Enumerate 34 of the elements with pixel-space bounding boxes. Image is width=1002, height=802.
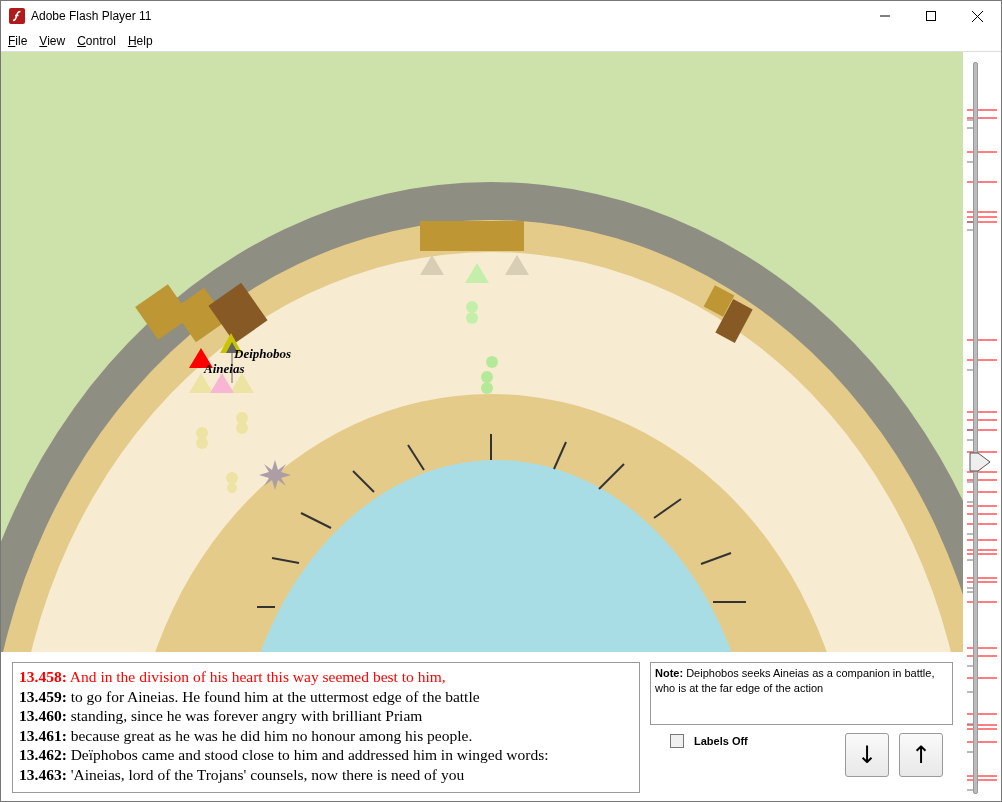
menu-item[interactable]: View	[39, 34, 66, 48]
checkbox-label: Labels Off	[694, 735, 748, 747]
passage-line[interactable]: 13.458: And in the division of his heart this way seemed best to him,	[19, 667, 633, 687]
dot-cluster	[481, 356, 498, 394]
slider-thumb[interactable]	[969, 452, 991, 473]
dot-cluster	[196, 427, 208, 449]
triangle-marker	[230, 373, 254, 393]
passage-line[interactable]: 13.463: 'Aineias, lord of the Trojans' counsels, now there is need of you	[19, 764, 633, 785]
unit-label: Aineias	[204, 361, 245, 376]
maximize-icon[interactable]	[926, 11, 936, 21]
checkbox[interactable]	[670, 734, 684, 748]
menu-item[interactable]: Help	[127, 34, 153, 48]
unit-label: Deiphobos	[234, 346, 292, 361]
passage-line[interactable]: 13.462: Deïphobos came and stood close to him and addressed him in winged words:	[19, 745, 633, 765]
star-marker	[259, 460, 291, 490]
passage-line[interactable]: 13.460: standing, since he was forever angry with brilliant Priam	[19, 706, 633, 726]
arrow-button[interactable]: ↑	[899, 733, 943, 777]
triangle-marker	[210, 373, 234, 393]
close-icon[interactable]	[972, 10, 983, 22]
flash-logo-icon	[9, 8, 25, 24]
menu-item[interactable]: Control	[77, 34, 116, 48]
triangle-marker	[505, 255, 529, 275]
menu-item[interactable]: File	[8, 34, 28, 48]
dot-cluster	[236, 412, 248, 434]
arrow-button[interactable]: ↓	[845, 733, 889, 777]
note-text: Note: Deiphobos seeks Aineias as a companion in battle, who is at the far edge of the action	[650, 662, 953, 725]
triangle-marker	[465, 263, 489, 283]
dot-cluster	[466, 301, 478, 324]
window-title: Adobe Flash Player 11	[31, 9, 152, 23]
passage-line[interactable]: 13.461: because great as he was he did him no honour among his people.	[19, 725, 633, 746]
triangle-marker	[420, 255, 444, 275]
triangle-marker	[189, 373, 213, 393]
passage-line[interactable]: 13.459: to go for Aineias. He found him at the uttermost edge of the battle	[19, 686, 633, 707]
dot-cluster	[226, 472, 238, 493]
